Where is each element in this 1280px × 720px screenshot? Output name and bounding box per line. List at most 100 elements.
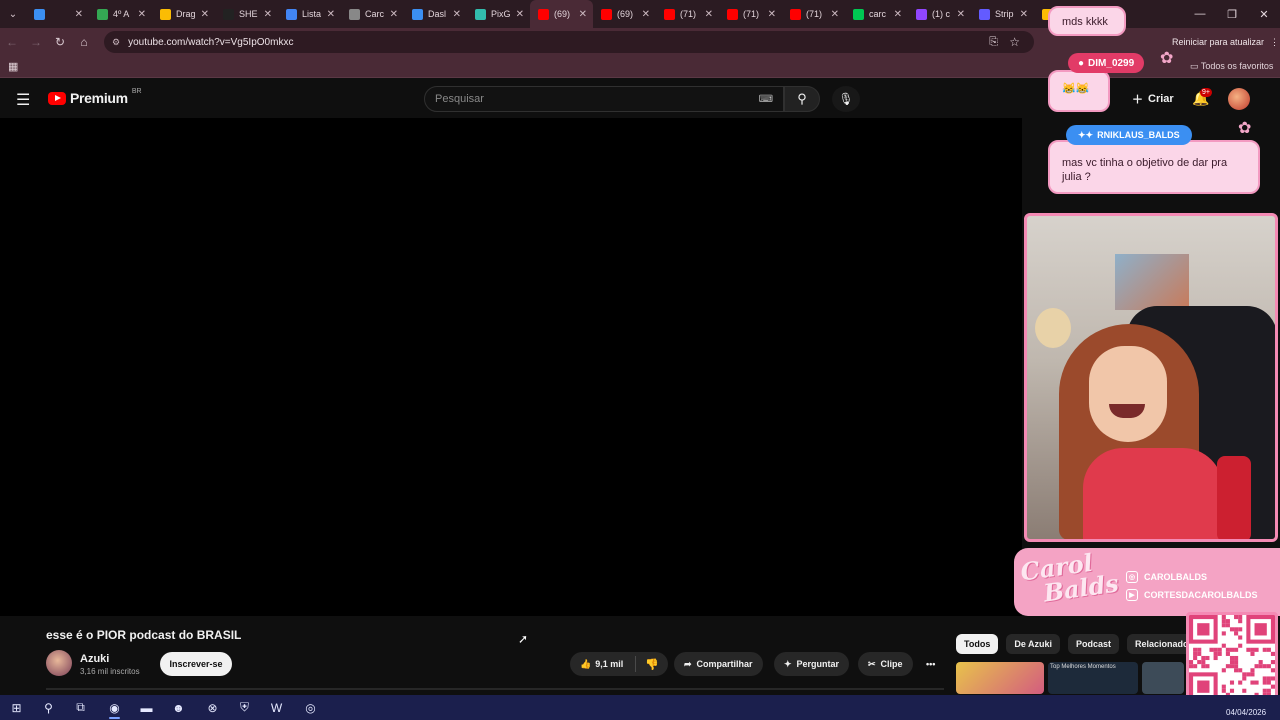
close-window-button[interactable]: ✕ — [1248, 0, 1280, 28]
logo-line-2: Balds — [1041, 568, 1121, 608]
browser-tab[interactable]: Dasl ✕ — [404, 0, 467, 28]
browser-tab[interactable]: Carc ✕ — [341, 0, 404, 28]
tab-close-icon[interactable]: ✕ — [642, 9, 650, 20]
window-controls: — ❐ ✕ — [1184, 0, 1280, 28]
tab-favicon-icon — [727, 8, 738, 20]
notifications-button[interactable]: 🔔 9+ — [1192, 88, 1212, 107]
browser-tab[interactable]: Lista ✕ — [278, 0, 341, 28]
discord-icon[interactable]: ☻ — [170, 699, 187, 716]
chrome-icon[interactable]: ◉ — [106, 699, 123, 719]
channel-avatar[interactable] — [46, 650, 72, 676]
search-input[interactable]: Pesquisar ⌨ — [424, 86, 784, 112]
forward-button[interactable]: → — [24, 28, 48, 56]
tab-close-icon[interactable]: ✕ — [390, 9, 398, 20]
share-button[interactable]: ➦ Compartilhar — [674, 652, 763, 676]
chip-todos[interactable]: Todos — [956, 634, 999, 654]
account-avatar[interactable] — [1228, 88, 1250, 110]
xbox-icon[interactable]: ⊗ — [204, 699, 221, 716]
related-thumbnail[interactable]: Top Melhores Momentos — [1048, 662, 1138, 694]
restart-update-button[interactable]: Reiniciar para atualizar ⋮ — [1172, 33, 1279, 51]
browser-tab[interactable]: (71) ✕ — [719, 0, 782, 28]
tab-search-button[interactable]: ⌄ — [0, 0, 26, 28]
tab-close-icon[interactable]: ✕ — [453, 9, 461, 20]
chat-username-pill: ● DIM_0299 — [1068, 53, 1145, 73]
tab-close-icon[interactable]: ✕ — [138, 9, 146, 20]
menu-dots-icon[interactable]: ⋮ — [1270, 37, 1279, 48]
chip-podcast[interactable]: Podcast — [1068, 634, 1120, 654]
favorites-label: Todos os favoritos — [1200, 61, 1274, 71]
clip-label: Clipe — [880, 659, 903, 669]
tab-close-icon[interactable]: ✕ — [579, 9, 587, 20]
task-view-icon[interactable]: ⧉ — [72, 699, 89, 716]
restart-label: Reiniciar para atualizar — [1172, 37, 1265, 47]
browser-tab[interactable]: (69) ✕ — [593, 0, 656, 28]
streamer-face — [1089, 346, 1167, 442]
clip-button[interactable]: ✂ Clipe — [858, 652, 913, 676]
back-button[interactable]: ← — [0, 28, 24, 56]
tab-close-icon[interactable]: ✕ — [327, 9, 335, 20]
like-button[interactable]: 👍 9,1 mil — [570, 656, 636, 672]
browser-tab[interactable]: (1) c ✕ — [908, 0, 971, 28]
bookmark-star-icon[interactable]: ☆ — [1009, 35, 1020, 49]
tab-close-icon[interactable]: ✕ — [705, 9, 713, 20]
home-button[interactable]: ⌂ — [72, 28, 96, 56]
browser-tab[interactable]: PixG ✕ — [467, 0, 530, 28]
guide-menu-icon[interactable]: ☰ — [16, 90, 30, 110]
tab-close-icon[interactable]: ✕ — [831, 9, 839, 20]
word-icon[interactable]: W — [268, 699, 285, 716]
tab-close-icon[interactable]: ✕ — [264, 9, 272, 20]
badge-icon: ● — [1078, 57, 1085, 69]
tab-close-icon[interactable]: ✕ — [894, 9, 902, 20]
reload-button[interactable]: ↻ — [48, 28, 72, 56]
create-button[interactable]: ＋ Criar — [1132, 91, 1174, 107]
all-favorites-button[interactable]: ▭ Todos os favoritos — [1190, 61, 1273, 72]
browser-tab[interactable]: (69) ✕ — [530, 0, 593, 28]
browser-tab[interactable]: carc ✕ — [845, 0, 908, 28]
more-actions-button[interactable]: ••• — [920, 652, 941, 676]
security-icon[interactable]: ⛨ — [236, 699, 253, 716]
tab-close-icon[interactable]: ✕ — [75, 9, 83, 20]
chip-de-azuki[interactable]: De Azuki — [1006, 634, 1061, 654]
browser-tab[interactable]: (71) ✕ — [782, 0, 845, 28]
tab-close-icon[interactable]: ✕ — [1020, 9, 1028, 20]
related-thumbnail[interactable] — [1142, 662, 1184, 694]
browser-tab[interactable]: Strip ✕ — [971, 0, 1034, 28]
tab-close-icon[interactable]: ✕ — [201, 9, 209, 20]
browser-tab[interactable]: Drag ✕ — [152, 0, 215, 28]
ask-button[interactable]: ✦ Perguntar — [774, 652, 850, 676]
start-icon[interactable]: ⊞ — [8, 699, 25, 716]
search-button[interactable]: ⚲ — [784, 86, 820, 112]
youtube-play-icon — [48, 91, 66, 105]
tab-close-icon[interactable]: ✕ — [768, 9, 776, 20]
site-info-icon[interactable]: ⚙ — [112, 37, 120, 48]
tab-title: (71) — [806, 9, 823, 19]
keyboard-icon[interactable]: ⌨ — [759, 94, 773, 105]
maximize-button[interactable]: ❐ — [1216, 0, 1248, 28]
address-bar[interactable]: ⚙ youtube.com/watch?v=Vg5IpO0mkxc ⎘ ☆ — [104, 31, 1034, 53]
tab-title: Drag — [176, 9, 196, 19]
tab-favicon-icon — [97, 8, 108, 20]
social-handle: ▶ CORTESDACAROLBALDS — [1126, 588, 1258, 602]
tab-close-icon[interactable]: ✕ — [516, 9, 524, 20]
dislike-button[interactable]: 👎 — [636, 658, 668, 671]
voice-search-button[interactable]: 🎙 — [832, 86, 860, 112]
related-thumbnail[interactable] — [956, 662, 1044, 694]
channel-name[interactable]: Azuki — [80, 653, 109, 665]
youtube-logo[interactable]: Premium BR — [48, 88, 142, 106]
tab-title: carc — [869, 9, 887, 19]
video-player[interactable] — [0, 118, 1022, 616]
tab-close-icon[interactable]: ✕ — [957, 9, 965, 20]
related-filter-chips: Todos De Azuki Podcast Relacionados — [956, 634, 1202, 654]
browser-tab[interactable]: (71) ✕ — [656, 0, 719, 28]
minimize-button[interactable]: — — [1184, 0, 1216, 28]
subscribe-button[interactable]: Inscrever-se — [160, 652, 232, 676]
browser-tab[interactable]: SHE ✕ — [215, 0, 278, 28]
browser-tab[interactable]: ✕ — [26, 0, 89, 28]
obs-icon[interactable]: ◎ — [302, 699, 319, 716]
install-icon[interactable]: ⎘ — [989, 36, 998, 49]
apps-grid-icon[interactable]: ▦ — [8, 60, 18, 73]
file-explorer-icon[interactable]: ▬ — [138, 699, 155, 716]
tab-title: Carc — [365, 9, 385, 19]
search-icon[interactable]: ⚲ — [40, 699, 57, 716]
browser-tab[interactable]: 4º A ✕ — [89, 0, 152, 28]
